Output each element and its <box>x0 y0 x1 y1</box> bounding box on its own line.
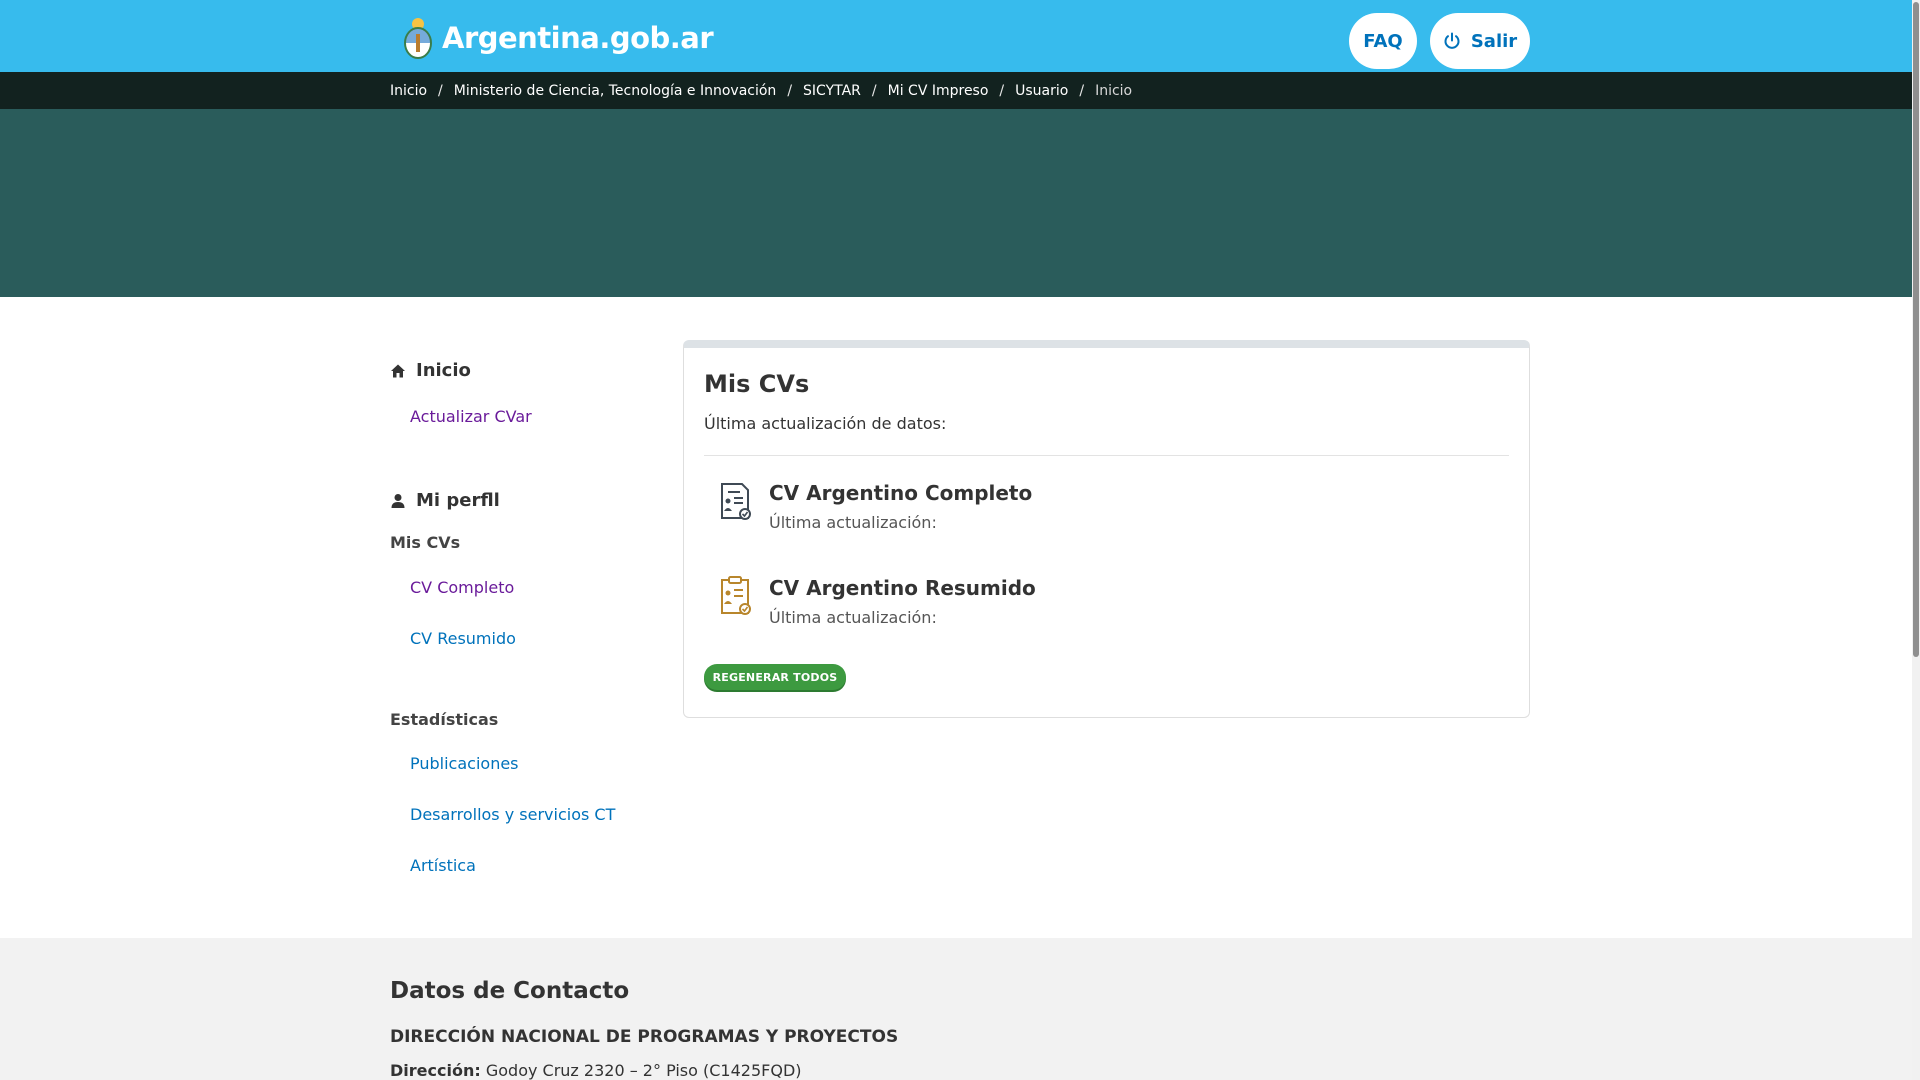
breadcrumb-inicio[interactable]: Inicio <box>390 83 427 99</box>
cv-resumido-title[interactable]: CV Argentino Resumido <box>769 576 1036 600</box>
breadcrumb-separator: / <box>787 82 793 99</box>
breadcrumb-separator: / <box>438 82 443 99</box>
cv-document-icon <box>721 483 751 520</box>
divider <box>704 455 1509 456</box>
update-cvar-link[interactable]: Actualizar CVar <box>410 407 532 426</box>
footer-org-name: DIRECCIÓN NACIONAL DE PROGRAMAS Y PROYEC… <box>390 1027 899 1047</box>
cv-summary-icon <box>721 576 751 615</box>
regenerate-all-button[interactable]: REGENERAR TODOS <box>704 664 846 690</box>
scrollbar-thumb[interactable] <box>1913 2 1919 657</box>
address-label: Dirección: <box>390 1061 481 1080</box>
breadcrumb: Inicio / Ministerio de Ciencia, Tecnolog… <box>390 72 1132 109</box>
user-icon <box>391 493 405 508</box>
last-update-label: Última actualización de datos: <box>704 414 947 433</box>
footer-address: Dirección: Godoy Cruz 2320 – 2° Piso (C1… <box>390 1061 802 1080</box>
breadcrumb-separator: / <box>1079 82 1085 99</box>
regenerate-all-label: REGENERAR TODOS <box>712 670 838 684</box>
breadcrumb-mi-cv-impreso[interactable]: Mi CV Impreso <box>888 83 989 99</box>
breadcrumb-separator: / <box>871 82 877 99</box>
mis-cvs-card: Mis CVs Última actualización de datos: C… <box>683 340 1530 718</box>
card-title: Mis CVs <box>704 370 810 398</box>
cv-completo-date: Última actualización: <box>769 513 937 532</box>
cv-item-completo: CV Argentino Completo Última actualizaci… <box>704 481 1509 551</box>
top-header: Argentina.gob.ar FAQ Salir <box>0 0 1920 72</box>
contact-footer: Datos de Contacto DIRECCIÓN NACIONAL DE … <box>0 938 1912 1080</box>
cv-completo-title[interactable]: CV Argentino Completo <box>769 481 1032 505</box>
address-value: Godoy Cruz 2320 – 2° Piso (C1425FQD) <box>485 1061 802 1080</box>
breadcrumb-usuario[interactable]: Usuario <box>1015 83 1068 99</box>
profile-heading-label: Mi perfll <box>416 490 500 511</box>
breadcrumb-current: Inicio <box>1095 82 1133 99</box>
page-scrollbar[interactable] <box>1912 0 1920 1080</box>
sidebar-item-cv-completo[interactable]: CV Completo <box>410 578 514 597</box>
brand-logo[interactable]: Argentina.gob.ar <box>402 16 714 60</box>
sidebar-profile-heading: Mi perfll <box>390 490 500 511</box>
brand-name: Argentina.gob.ar <box>442 21 714 55</box>
sidebar-stats-label: Estadísticas <box>390 710 499 729</box>
sidebar-mis-cvs-label: Mis CVs <box>390 533 461 552</box>
sidebar-item-desarrollos[interactable]: Desarrollos y servicios CT <box>410 805 615 824</box>
breadcrumb-bar: Inicio / Ministerio de Ciencia, Tecnolog… <box>0 72 1920 109</box>
sidebar-item-artistica[interactable]: Artística <box>410 856 476 875</box>
footer-title: Datos de Contacto <box>390 978 630 1004</box>
sidebar-home-heading: Inicio <box>390 360 471 381</box>
cv-resumido-date: Última actualización: <box>769 608 937 627</box>
cv-item-resumido: CV Argentino Resumido Última actualizaci… <box>704 576 1509 646</box>
faq-button[interactable]: FAQ <box>1349 13 1417 69</box>
sidebar-item-cv-resumido[interactable]: CV Resumido <box>410 629 516 648</box>
logout-button[interactable]: Salir <box>1430 13 1530 69</box>
national-seal-icon <box>404 18 432 59</box>
power-icon <box>1444 32 1460 49</box>
breadcrumb-sicytar[interactable]: SICYTAR <box>803 83 861 99</box>
salir-label: Salir <box>1470 30 1518 52</box>
home-heading-label: Inicio <box>416 360 471 381</box>
breadcrumb-ministerio[interactable]: Ministerio de Ciencia, Tecnología e Inno… <box>454 83 777 99</box>
sidebar-item-publicaciones[interactable]: Publicaciones <box>410 754 519 773</box>
breadcrumb-separator: / <box>999 82 1005 99</box>
home-icon <box>391 364 405 377</box>
faq-label: FAQ <box>1363 30 1403 52</box>
hero-banner <box>0 109 1920 297</box>
